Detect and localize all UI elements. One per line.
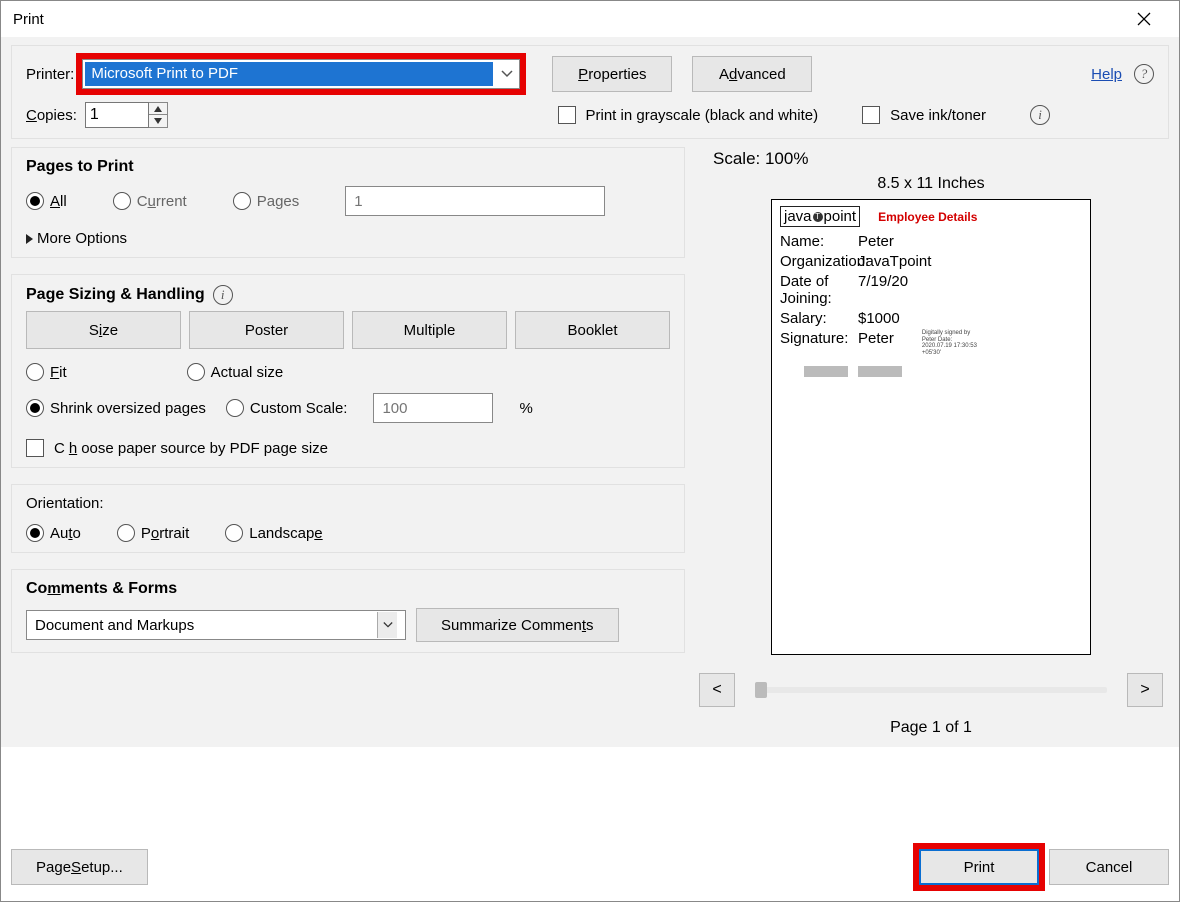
next-page-button[interactable]: > xyxy=(1127,673,1163,707)
custom-scale-input[interactable] xyxy=(373,393,493,423)
sizing-title: Page Sizing & Handling xyxy=(26,286,205,304)
percent-label: % xyxy=(519,400,532,417)
printer-label: Printer: xyxy=(26,66,74,83)
preview-table: Name:Peter Organization:JavaTpoint Date … xyxy=(780,233,1082,356)
orientation-auto-radio[interactable]: Auto xyxy=(26,524,81,542)
window-title: Print xyxy=(13,11,1121,28)
page-setup-button[interactable]: Page Setup... xyxy=(11,849,148,885)
scale-label: Scale: 100% xyxy=(713,149,1163,169)
comments-select[interactable]: Document and Markups xyxy=(26,610,406,640)
page-preview: java T point Employee Details Name:Peter… xyxy=(771,199,1091,655)
sizing-info-icon[interactable]: i xyxy=(213,285,233,305)
fit-radio[interactable]: Fit xyxy=(26,363,67,381)
orientation-landscape-radio[interactable]: Landscape xyxy=(225,524,322,542)
orientation-title: Orientation: xyxy=(26,495,670,512)
properties-button[interactable]: Properties xyxy=(552,56,672,92)
shrink-radio[interactable]: Shrink oversized pages xyxy=(26,399,206,417)
copies-down[interactable] xyxy=(149,115,167,127)
custom-scale-radio[interactable]: Custom Scale: xyxy=(226,399,348,417)
tab-poster[interactable]: Poster xyxy=(189,311,344,349)
actual-size-radio[interactable]: Actual size xyxy=(187,363,284,381)
copies-label: Copies: xyxy=(26,107,77,124)
page-slider[interactable] xyxy=(755,687,1107,693)
paper-source-checkbox[interactable]: Choose paper source by PDF page size xyxy=(26,439,670,457)
comments-title: Comments & Forms xyxy=(26,580,670,598)
copies-up[interactable] xyxy=(149,103,167,115)
pages-to-print-title: Pages to Print xyxy=(26,158,670,176)
page-dimensions: 8.5 x 11 Inches xyxy=(699,175,1163,193)
advanced-button[interactable]: Advanced xyxy=(692,56,812,92)
close-button[interactable] xyxy=(1121,3,1167,35)
pages-range-radio[interactable]: Pages xyxy=(233,192,300,210)
cancel-button[interactable]: Cancel xyxy=(1049,849,1169,885)
triangle-right-icon xyxy=(26,234,33,244)
pages-current-radio[interactable]: Current xyxy=(113,192,187,210)
preview-title: Employee Details xyxy=(878,210,977,224)
printer-selected-value: Microsoft Print to PDF xyxy=(85,62,493,86)
chevron-down-icon xyxy=(495,60,519,88)
inktoner-info-icon[interactable]: i xyxy=(1030,105,1050,125)
grayscale-checkbox[interactable]: Print in grayscale (black and white) xyxy=(558,106,819,124)
help-link[interactable]: Help xyxy=(1091,66,1122,83)
pages-all-radio[interactable]: All xyxy=(26,192,67,210)
prev-page-button[interactable]: < xyxy=(699,673,735,707)
tab-multiple[interactable]: Multiple xyxy=(352,311,507,349)
orientation-portrait-radio[interactable]: Portrait xyxy=(117,524,189,542)
tab-booklet[interactable]: Booklet xyxy=(515,311,670,349)
logo-icon: java T point xyxy=(780,206,860,227)
printer-select[interactable]: Microsoft Print to PDF xyxy=(82,59,520,89)
chevron-down-icon xyxy=(377,612,397,638)
help-info-icon[interactable]: ? xyxy=(1134,64,1154,84)
inktoner-checkbox[interactable]: Save ink/toner xyxy=(862,106,986,124)
more-options-toggle[interactable]: More Options xyxy=(26,230,670,247)
page-of-label: Page 1 of 1 xyxy=(699,719,1163,737)
summarize-comments-button[interactable]: Summarize Comments xyxy=(416,608,619,642)
tab-size[interactable]: Size xyxy=(26,311,181,349)
pages-range-input[interactable] xyxy=(345,186,605,216)
copies-input[interactable] xyxy=(85,102,149,128)
print-button[interactable]: Print xyxy=(919,849,1039,885)
